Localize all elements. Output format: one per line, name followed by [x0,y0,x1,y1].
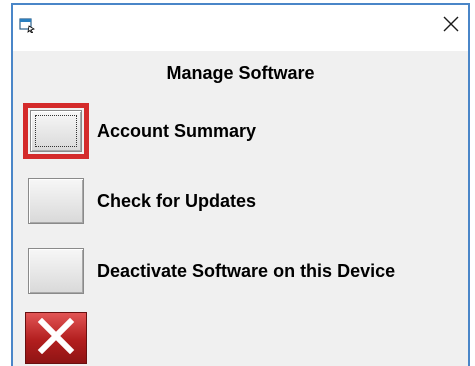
app-window-icon [19,17,35,34]
check-for-updates-label: Check for Updates [97,190,257,211]
selected-focus-frame [23,103,89,159]
deactivate-software-label: Deactivate Software on this Device [97,260,396,281]
manage-software-window: Manage Software Account Summary Check fo… [11,3,470,366]
button-frame [23,173,89,229]
cancel-x-icon [34,317,78,359]
option-row-cancel [23,310,89,366]
close-button[interactable] [438,13,464,39]
cancel-button[interactable] [25,312,87,364]
dialog-title: Manage Software [166,63,315,83]
account-summary-button[interactable] [30,110,82,152]
button-frame [23,310,89,366]
option-row-deactivate-software: Deactivate Software on this Device [23,243,395,299]
close-icon [442,15,460,38]
check-for-updates-button[interactable] [28,178,84,224]
button-frame [23,243,89,299]
account-summary-label: Account Summary [97,120,257,141]
deactivate-software-button[interactable] [28,248,84,294]
option-row-check-for-updates: Check for Updates [23,173,256,229]
option-row-account-summary: Account Summary [23,103,256,159]
title-bar [13,5,468,51]
